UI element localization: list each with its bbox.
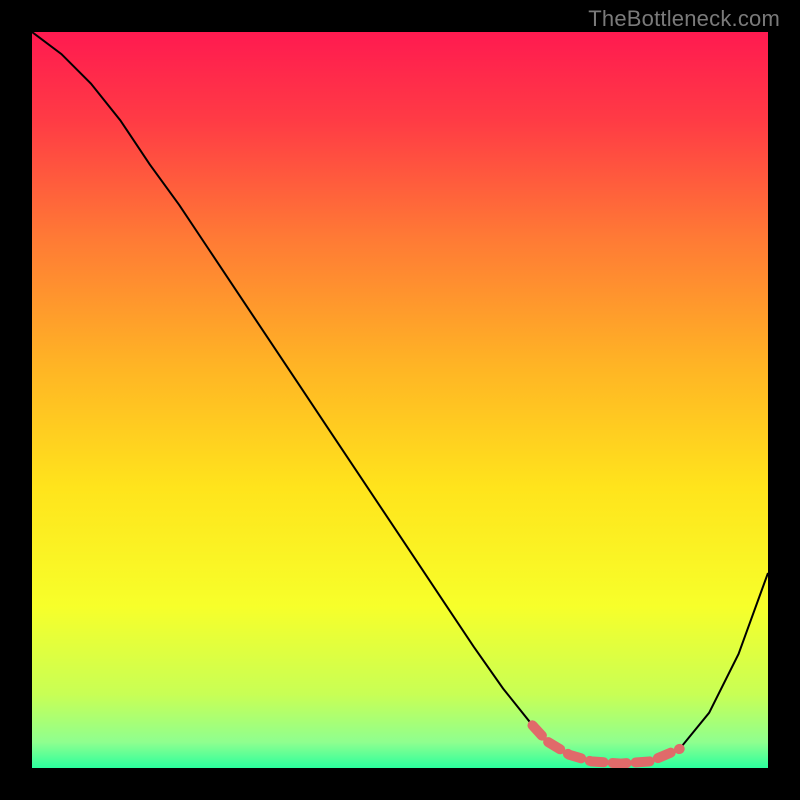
chart-container: TheBottleneck.com [0, 0, 800, 800]
chart-svg [32, 32, 768, 768]
plot-area [32, 32, 768, 768]
watermark-text: TheBottleneck.com [588, 6, 780, 32]
chart-background [32, 32, 768, 768]
